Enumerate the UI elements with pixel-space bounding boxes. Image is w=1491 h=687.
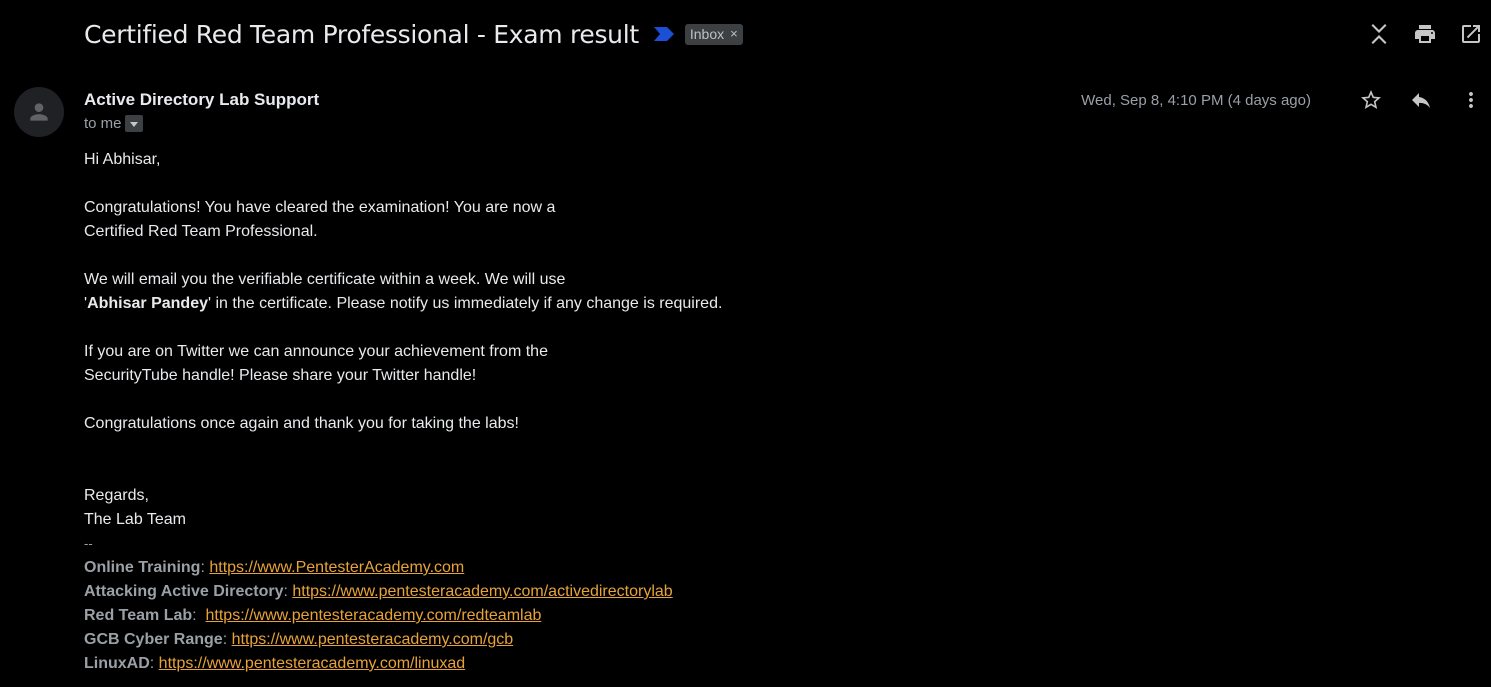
paragraph-line: Congratulations! You have cleared the ex… bbox=[84, 199, 556, 216]
sender-name[interactable]: Active Directory Lab Support bbox=[84, 90, 319, 110]
signature-line: Attacking Active Directory: https://www.… bbox=[84, 580, 984, 604]
email-subject: Certified Red Team Professional - Exam r… bbox=[84, 19, 639, 49]
regards: Regards, bbox=[84, 487, 149, 504]
paragraph-rest: ' in the certificate. Please notify us i… bbox=[208, 295, 723, 312]
signature-sep: : bbox=[222, 631, 232, 648]
signature-sep: : bbox=[192, 607, 206, 624]
dropdown-arrow-icon bbox=[129, 121, 138, 127]
signature-link[interactable]: https://www.pentesteracademy.com/redteam… bbox=[206, 607, 542, 624]
signature-line: Online Training: https://www.PentesterAc… bbox=[84, 556, 984, 580]
signature-label: Attacking Active Directory bbox=[84, 583, 284, 600]
open-in-new-window-icon[interactable] bbox=[1459, 22, 1483, 46]
print-icon[interactable] bbox=[1413, 22, 1437, 46]
person-icon bbox=[30, 103, 48, 121]
certificate-name: Abhisar Pandey bbox=[87, 295, 208, 312]
paragraph-line: SecurityTube handle! Please share your T… bbox=[84, 367, 477, 384]
paragraph-line: Certified Red Team Professional. bbox=[84, 223, 318, 240]
signature-link[interactable]: https://www.pentesteracademy.com/actived… bbox=[292, 583, 672, 600]
inbox-label-chip: Inbox × bbox=[684, 23, 743, 45]
recipient-text: to me bbox=[84, 115, 122, 132]
paragraph-line: We will email you the verifiable certifi… bbox=[84, 271, 566, 288]
reply-icon[interactable] bbox=[1409, 88, 1433, 112]
team-name: The Lab Team bbox=[84, 511, 186, 528]
signature-links: Online Training: https://www.PentesterAc… bbox=[84, 556, 984, 676]
email-view: Certified Red Team Professional - Exam r… bbox=[0, 0, 1491, 687]
thread-toolbar bbox=[1367, 22, 1483, 46]
signature-sep: : bbox=[149, 655, 159, 672]
label-chip-text: Inbox bbox=[689, 25, 725, 42]
recipient-line: to me bbox=[84, 115, 143, 132]
message-body: Hi Abhisar, Congratulations! You have cl… bbox=[84, 148, 984, 676]
more-vert-icon[interactable] bbox=[1459, 88, 1483, 112]
signature-label: GCB Cyber Range bbox=[84, 631, 223, 648]
paragraph-line: Congratulations once again and thank you… bbox=[84, 415, 519, 432]
paragraph-line: 'Abhisar Pandey' in the certificate. Ple… bbox=[84, 292, 984, 316]
message-meta: Wed, Sep 8, 4:10 PM (4 days ago) bbox=[1081, 88, 1483, 112]
message-date: Wed, Sep 8, 4:10 PM (4 days ago) bbox=[1081, 91, 1311, 109]
signature-label: Red Team Lab bbox=[84, 607, 193, 624]
signature-line: GCB Cyber Range: https://www.pentesterac… bbox=[84, 628, 984, 652]
subject-row: Certified Red Team Professional - Exam r… bbox=[84, 14, 743, 54]
sender-avatar[interactable] bbox=[14, 87, 64, 137]
collapse-all-icon[interactable] bbox=[1367, 22, 1391, 46]
signature-separator: -- bbox=[84, 536, 93, 551]
star-icon[interactable] bbox=[1359, 88, 1383, 112]
show-details-button[interactable] bbox=[124, 115, 143, 132]
signature-sep: : bbox=[200, 559, 210, 576]
paragraph-line: If you are on Twitter we can announce yo… bbox=[84, 343, 548, 360]
remove-label-icon[interactable]: × bbox=[730, 26, 738, 41]
signature-line: LinuxAD: https://www.pentesteracademy.co… bbox=[84, 652, 984, 676]
signature-label: LinuxAD bbox=[84, 655, 150, 672]
signature-line: Red Team Lab: https://www.pentesteracade… bbox=[84, 604, 984, 628]
signature-link[interactable]: https://www.pentesteracademy.com/gcb bbox=[232, 631, 514, 648]
greeting: Hi Abhisar, bbox=[84, 151, 161, 168]
signature-link[interactable]: https://www.pentesteracademy.com/linuxad bbox=[159, 655, 466, 672]
importance-marker-icon[interactable] bbox=[653, 26, 675, 42]
signature-link[interactable]: https://www.PentesterAcademy.com bbox=[209, 559, 464, 576]
signature-label: Online Training bbox=[84, 559, 201, 576]
